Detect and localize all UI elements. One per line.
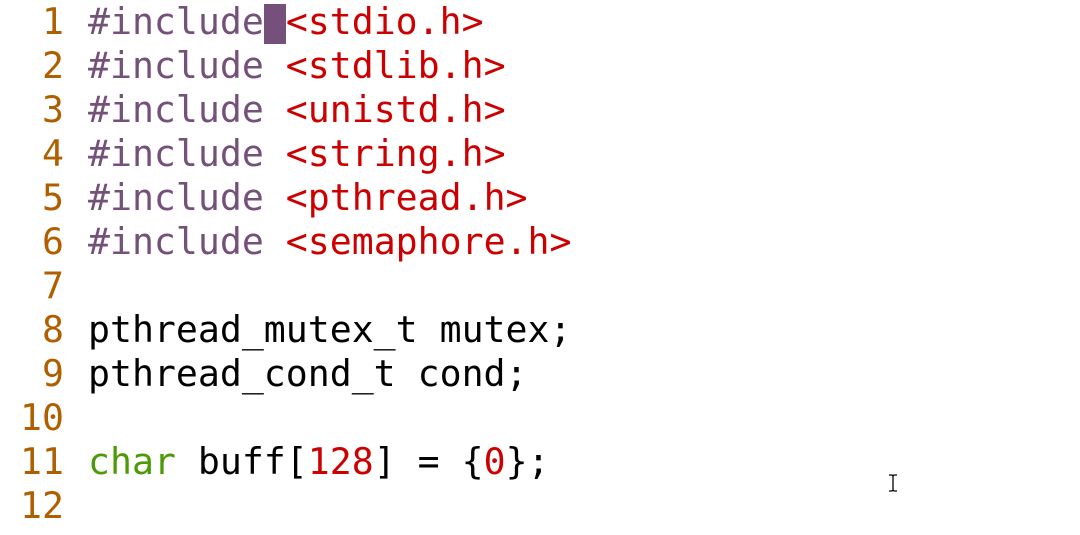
code-token-string: <stdio.h> [285,0,484,43]
code-text[interactable]: #include <pthread.h> [88,176,528,220]
code-token-plain: pthread_cond_t cond; [88,352,528,395]
editor-lines[interactable]: 1 #include <stdio.h> 2 #include <stdlib.h> 3 #… [0,0,1080,528]
code-editor[interactable]: 1 #include <stdio.h> 2 #include <stdlib.h> 3 #… [0,0,1080,535]
code-token-plain: pthread_mutex_t mutex; [88,308,572,351]
line-number: 3 [42,88,64,131]
code-text[interactable]: pthread_cond_t cond; [88,352,528,396]
code-token-string: <semaphore.h> [285,220,572,263]
line-number: 9 [42,352,64,395]
code-token-plain: ] = { [373,440,484,483]
code-token-preproc: #include [88,44,264,87]
code-text[interactable]: #include <semaphore.h> [88,220,571,264]
line-number: 2 [42,44,64,87]
code-line[interactable]: 5 #include <pthread.h> [0,176,1080,220]
code-text[interactable]: pthread_mutex_t mutex; [88,308,571,352]
code-text[interactable]: char buff[128] = {0}; [88,440,550,484]
line-number: 8 [42,308,64,351]
code-token-preproc: #include [88,220,264,263]
code-token-type: char [88,440,176,483]
line-number: 4 [42,132,64,175]
code-token-string: <string.h> [285,132,506,175]
code-line[interactable]: 9 pthread_cond_t cond; [0,352,1080,396]
line-number: 5 [42,176,64,219]
code-token-preproc: #include [88,88,264,131]
code-line[interactable]: 1 #include <stdio.h> [0,0,1080,44]
code-line[interactable]: 10 [0,396,1080,440]
code-token-string: <stdlib.h> [285,44,506,87]
line-number: 1 [42,0,64,43]
text-ibeam-icon [889,474,897,492]
code-token-preproc: #include [88,0,264,43]
code-line[interactable]: 7 [0,264,1080,308]
code-line[interactable]: 12 [0,484,1080,528]
code-token-plain: buff[ [175,440,308,483]
line-number: 10 [20,396,64,439]
code-token-number: 0 [483,440,506,483]
code-token-preproc: #include [88,132,264,175]
code-line[interactable]: 8 pthread_mutex_t mutex; [0,308,1080,352]
code-text[interactable]: #include <string.h> [88,132,506,176]
code-line[interactable]: 6 #include <semaphore.h> [0,220,1080,264]
code-token-string: <unistd.h> [285,88,506,131]
code-text[interactable]: #include <stdio.h> [88,0,484,44]
code-text[interactable]: #include <stdlib.h> [88,44,506,88]
code-line[interactable]: 2 #include <stdlib.h> [0,44,1080,88]
line-number: 6 [42,220,64,263]
line-number: 12 [20,484,64,527]
code-token-number: 128 [307,440,374,483]
code-line[interactable]: 11 char buff[128] = {0}; [0,440,1080,484]
code-token-preproc: #include [88,176,264,219]
line-number: 7 [42,264,64,307]
code-token-plain: }; [505,440,550,483]
text-cursor [263,4,286,44]
code-text[interactable]: #include <unistd.h> [88,88,506,132]
code-line[interactable]: 4 #include <string.h> [0,132,1080,176]
line-number: 11 [20,440,64,483]
code-line[interactable]: 3 #include <unistd.h> [0,88,1080,132]
code-token-string: <pthread.h> [285,176,528,219]
